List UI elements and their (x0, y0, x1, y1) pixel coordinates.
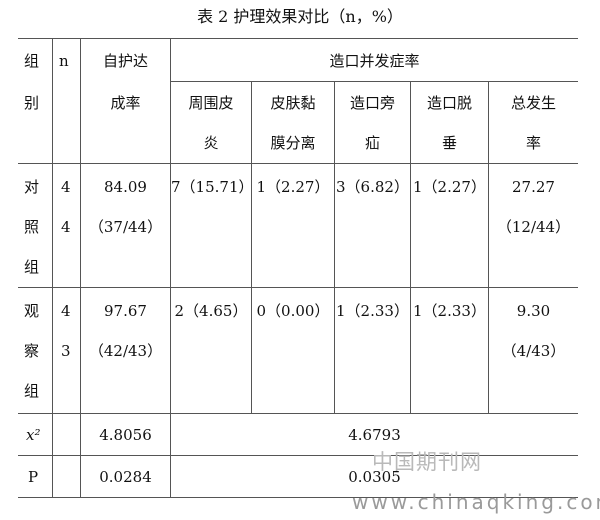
p-value-self-care: 0.0284 (99, 468, 152, 486)
row-observation-total-ratio: （4/43） (501, 342, 566, 360)
row-observation-n-2: 3 (61, 342, 71, 360)
header-sub-5b: 率 (525, 134, 541, 152)
header-sub-3b: 疝 (364, 134, 380, 152)
header-self-care-2: 成率 (110, 94, 141, 112)
row-control-c4: 1（2.27） (413, 178, 486, 196)
row-control-self-care-value: 84.09 (104, 178, 147, 196)
p-value-label: P (28, 468, 39, 486)
header-sub-3a: 造口旁 (349, 94, 395, 112)
watermark-url: www.chinaqking.com (352, 490, 600, 514)
row-observation-group-1: 观 (24, 302, 40, 320)
header-sub-4b: 垂 (441, 134, 457, 152)
row-observation-group-3: 组 (24, 382, 40, 400)
chi-square-label: x² (26, 426, 41, 444)
header-sub-1b: 炎 (203, 134, 219, 152)
table-caption: 表 2 护理效果对比（n，%） (197, 7, 403, 26)
row-observation-c3: 1（2.33） (336, 302, 409, 320)
row-observation-c2: 0（0.00） (256, 302, 330, 320)
row-control-group-2: 照 (24, 218, 40, 236)
header-sub-2b: 膜分离 (270, 134, 316, 152)
watermark-chinese: 中国期刊网 (372, 450, 482, 474)
row-observation-self-care-ratio: （42/43） (88, 342, 163, 360)
row-observation-group-2: 察 (24, 342, 40, 360)
header-sub-4a: 造口脱 (426, 94, 472, 112)
header-self-care-1: 自护达 (102, 52, 148, 70)
row-observation-self-care-value: 97.67 (104, 302, 147, 320)
row-control-total-value: 27.27 (512, 178, 555, 196)
header-sub-1a: 周围皮 (188, 94, 234, 112)
row-control-c1: 7（15.71） (171, 178, 254, 196)
row-observation-total-value: 9.30 (516, 302, 551, 320)
row-control-group-1: 对 (24, 178, 40, 196)
row-control-total-ratio: （12/44） (496, 218, 571, 236)
row-control-n-2: 4 (61, 218, 71, 236)
chi-square-self-care: 4.8056 (99, 426, 152, 444)
header-sub-2a: 皮肤黏 (270, 94, 316, 112)
row-control-group-3: 组 (24, 258, 40, 276)
header-complication-group: 造口并发症率 (329, 52, 420, 70)
row-control-c2: 1（2.27） (256, 178, 330, 196)
row-control-c3: 3（6.82） (336, 178, 409, 196)
row-control-self-care-ratio: （37/44） (88, 218, 163, 236)
header-group-2: 别 (24, 94, 40, 112)
header-n: n (59, 52, 69, 70)
header-group-1: 组 (24, 52, 40, 70)
header-sub-5a: 总发生 (510, 94, 556, 112)
row-observation-c4: 1（2.33） (413, 302, 486, 320)
row-observation-n-1: 4 (61, 302, 71, 320)
row-control-n-1: 4 (61, 178, 71, 196)
row-observation-c1: 2（4.65） (174, 302, 248, 320)
